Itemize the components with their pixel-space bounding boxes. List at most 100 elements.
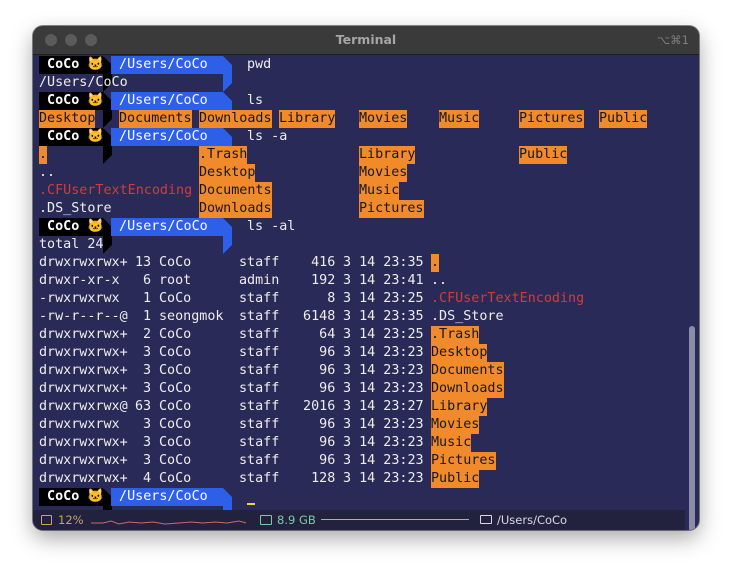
group: staff: [239, 255, 280, 270]
prompt-user-segment: CoCo 🐱: [39, 56, 105, 74]
link-count: 3: [135, 345, 152, 360]
link-count: 3: [135, 363, 152, 378]
prompt-line: CoCo 🐱 /Users/CoCo ls -a: [39, 128, 679, 164]
modified-date: 3 14 23:35: [343, 309, 424, 324]
long-listing-row: -rw-r--r--@ 1 seongmok staff 6148 3 14 23:3…: [39, 308, 679, 326]
modified-date: 3 14 23:23: [343, 381, 424, 396]
pwd-output: /Users/CoCo: [39, 75, 128, 90]
cat-emoji-icon: 🐱: [87, 129, 105, 144]
cat-emoji-icon: 🐱: [87, 93, 105, 108]
directory-entry: Pictures: [359, 200, 424, 218]
group: staff: [239, 399, 280, 414]
ls-a-output-line: .CFUserTextEncoding Documents Music: [39, 182, 679, 200]
cpu-icon: [41, 515, 52, 525]
prompt-path: /Users/CoCo: [111, 56, 223, 74]
prompt-path: /Users/CoCo: [111, 218, 223, 236]
long-listing-row: drwxrwxrwx+ 4 CoCo staff 128 3 14 23:23 Publ…: [39, 470, 679, 488]
memory-icon: [260, 515, 272, 525]
permissions: drwxrwxrwx+: [39, 471, 128, 486]
directory-entry: Documents: [119, 110, 192, 128]
file-size: 8: [295, 291, 336, 306]
long-listing-row: drwxr-xr-x 6 root admin 192 3 14 23:41..: [39, 272, 679, 290]
modified-date: 3 14 23:23: [343, 453, 424, 468]
long-listing-row: drwxrwxrwx+ 3 CoCo staff 96 3 14 23:23 Deskt…: [39, 344, 679, 362]
directory-entry: Music: [431, 434, 472, 452]
permissions: drwxrwxrwx+: [39, 453, 128, 468]
owner: CoCo: [159, 363, 192, 378]
directory-entry: Music: [439, 110, 480, 128]
directory-entry: Movies: [359, 164, 408, 182]
cat-emoji-icon: 🐱: [87, 57, 105, 72]
prompt-path: /Users/CoCo: [111, 488, 223, 506]
memory-bar: [321, 519, 469, 520]
file-size: 192: [295, 273, 336, 288]
long-listing-row: drwxrwxrwx+ 3 CoCo staff 96 3 14 23:23 Music: [39, 434, 679, 452]
link-count: 3: [135, 453, 152, 468]
file-entry: .DS_Store: [39, 201, 112, 216]
scrollbar-thumb[interactable]: [689, 326, 695, 530]
directory-entry: Library: [359, 146, 416, 164]
modified-date: 3 14 23:27: [343, 399, 424, 414]
group: admin: [239, 273, 280, 288]
group: staff: [239, 435, 280, 450]
terminal-output[interactable]: CoCo 🐱 /Users/CoCo pwd/Users/CoCo CoCo 🐱…: [39, 56, 679, 524]
permissions: -rwxrwxrwx: [39, 291, 120, 306]
owner: CoCo: [159, 345, 192, 360]
link-count: 2: [135, 327, 152, 342]
permissions: drwxrwxrwx@: [39, 399, 128, 414]
group: staff: [239, 363, 280, 378]
window-title: Terminal: [335, 32, 397, 47]
long-listing-row: drwxrwxrwx+ 3 CoCo staff 96 3 14 23:23 Pictu…: [39, 452, 679, 470]
modified-date: 3 14 23:41: [343, 273, 424, 288]
group: staff: [239, 453, 280, 468]
prompt-user-segment: CoCo 🐱: [39, 128, 105, 146]
long-listing-row: drwxrwxrwx+ 13 CoCo staff 416 3 14 23:35.: [39, 254, 679, 272]
prompt-path: /Users/CoCo: [111, 92, 223, 110]
prompt-line: CoCo 🐱 /Users/CoCo: [39, 488, 679, 524]
link-count: 6: [135, 273, 152, 288]
link-count: 1: [135, 309, 152, 324]
prompt-user-segment: CoCo 🐱: [39, 92, 105, 110]
file-size: 96: [295, 435, 336, 450]
modified-date: 3 14 23:23: [343, 345, 424, 360]
prompt-path: /Users/CoCo: [111, 128, 223, 146]
file-size: 96: [295, 417, 336, 432]
cat-emoji-icon: 🐱: [87, 219, 105, 234]
permissions: drwxrwxrwx+: [39, 363, 128, 378]
file-size: 2016: [295, 399, 336, 414]
group: staff: [239, 381, 280, 396]
text-cursor: [247, 503, 255, 505]
group: staff: [239, 291, 280, 306]
owner: CoCo: [159, 471, 192, 486]
long-listing-row: drwxrwxrwx+ 3 CoCo staff 96 3 14 23:23 Downl…: [39, 380, 679, 398]
output-line: /Users/CoCo: [39, 74, 679, 92]
group: staff: [239, 345, 280, 360]
file-entry: .CFUserTextEncoding: [431, 291, 585, 306]
owner: CoCo: [159, 435, 192, 450]
command-text: ls -a: [247, 129, 288, 144]
owner: CoCo: [159, 255, 192, 270]
owner: root: [159, 273, 192, 288]
owner: CoCo: [159, 381, 192, 396]
cat-emoji-icon: 🐱: [87, 489, 105, 504]
total-blocks: total 24: [39, 237, 104, 252]
window-shortcut: ⌥⌘1: [656, 33, 689, 47]
owner: CoCo: [159, 417, 192, 432]
group: staff: [239, 309, 280, 324]
ls-a-output-line: .. Desktop Movies: [39, 164, 679, 182]
file-size: 64: [295, 327, 336, 342]
prompt-user: CoCo: [39, 57, 88, 72]
permissions: -rw-r--r--@: [39, 309, 128, 324]
prompt-user: CoCo: [39, 93, 88, 108]
prompt-line: CoCo 🐱 /Users/CoCo ls -al: [39, 218, 679, 254]
command-text: ls -al: [247, 219, 296, 234]
permissions: drwxrwxrwx+: [39, 327, 128, 342]
folder-icon: [480, 515, 492, 524]
file-size: 416: [295, 255, 336, 270]
file-entry: ..: [431, 273, 448, 288]
directory-entry: Public: [431, 470, 480, 488]
directory-entry: Public: [599, 110, 648, 128]
directory-entry: .Trash: [431, 326, 480, 344]
file-size: 96: [295, 381, 336, 396]
file-size: 96: [295, 345, 336, 360]
